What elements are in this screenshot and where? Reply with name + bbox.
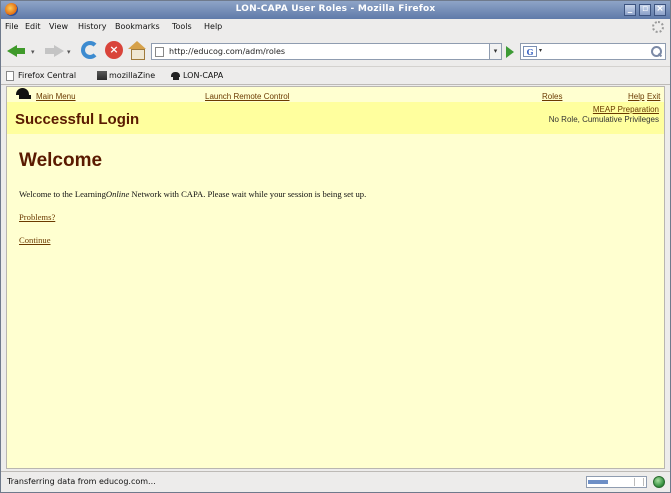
stop-icon[interactable]: × (105, 41, 123, 59)
navigation-toolbar: ▾ ▾ × http://educog.com/adm/roles ▾ G ▾ (1, 36, 670, 66)
intro-text-start: Welcome to the Learning (19, 189, 106, 199)
title-bar: LON-CAPA User Roles - Mozilla Firefox _ … (1, 1, 670, 19)
connection-status-icon[interactable] (653, 476, 665, 488)
welcome-heading: Welcome (19, 150, 103, 171)
bookmark-lon-capa[interactable]: LON-CAPA (183, 71, 223, 80)
page-title: Successful Login (15, 111, 140, 128)
page-header: Successful Login MEAP Preparation No Rol… (7, 102, 664, 134)
status-text: Transferring data from educog.com... (7, 477, 156, 486)
continue-link[interactable]: Continue (19, 235, 51, 245)
forward-history-dropdown-icon[interactable]: ▾ (67, 48, 71, 56)
address-url[interactable]: http://educog.com/adm/roles (169, 47, 285, 56)
intro-text-end: Network with CAPA. Please wait while you… (129, 189, 367, 199)
address-bar[interactable]: http://educog.com/adm/roles (151, 43, 500, 60)
menu-edit[interactable]: Edit (25, 22, 41, 31)
problems-link[interactable]: Problems? (19, 212, 55, 222)
search-box[interactable]: G ▾ (520, 43, 666, 60)
search-engine-icon[interactable]: G (523, 46, 537, 57)
back-arrow-icon[interactable] (7, 41, 27, 61)
bookmark-firefox-central[interactable]: Firefox Central (18, 71, 76, 80)
progress-segment (634, 478, 644, 486)
lon-capa-logo-icon[interactable] (16, 88, 32, 100)
loading-progress-bar (586, 476, 647, 488)
back-history-dropdown-icon[interactable]: ▾ (31, 48, 35, 56)
lon-capa-logo-icon (171, 71, 181, 80)
go-arrow-icon[interactable] (504, 45, 516, 58)
menu-bookmarks[interactable]: Bookmarks (115, 22, 160, 31)
help-link[interactable]: Help (628, 92, 644, 101)
status-bar: Transferring data from educog.com... (1, 471, 670, 492)
close-icon[interactable]: × (654, 4, 666, 16)
intro-text-italic: Online (105, 189, 130, 199)
menu-history[interactable]: History (78, 22, 106, 31)
course-link[interactable]: MEAP Preparation (593, 105, 659, 114)
home-icon[interactable] (128, 41, 146, 60)
menu-bar: File Edit View History Bookmarks Tools H… (1, 19, 670, 36)
activity-throbber-icon (652, 21, 664, 33)
launch-remote-control-link[interactable]: Launch Remote Control (205, 92, 290, 101)
bookmark-mozillazine[interactable]: mozillaZine (109, 71, 155, 80)
minimize-icon[interactable]: _ (624, 4, 636, 16)
maximize-icon[interactable]: ▫ (639, 4, 651, 16)
role-privileges-text: No Role, Cumulative Privileges (548, 115, 659, 124)
welcome-message: Welcome to the LearningOnline Network wi… (19, 189, 366, 199)
menu-file[interactable]: File (5, 22, 18, 31)
browser-window: LON-CAPA User Roles - Mozilla Firefox _ … (0, 0, 671, 493)
lon-capa-top-links: Main Menu Launch Remote Control Roles He… (7, 87, 664, 103)
exit-link[interactable]: Exit (647, 92, 660, 101)
url-history-dropdown-icon[interactable]: ▾ (489, 43, 502, 60)
mozillazine-icon (97, 71, 107, 80)
menu-view[interactable]: View (49, 22, 68, 31)
page-icon (155, 47, 164, 57)
reload-icon[interactable] (81, 41, 99, 59)
menu-tools[interactable]: Tools (172, 22, 192, 31)
progress-fill (588, 480, 608, 484)
page-viewport: Main Menu Launch Remote Control Roles He… (6, 86, 665, 469)
window-title: LON-CAPA User Roles - Mozilla Firefox (235, 4, 436, 14)
bookmark-page-icon (6, 71, 14, 81)
bookmarks-toolbar: Firefox Central mozillaZine LON-CAPA (1, 66, 670, 85)
menu-help[interactable]: Help (204, 22, 222, 31)
search-engine-dropdown-icon[interactable]: ▾ (539, 47, 542, 54)
main-menu-link[interactable]: Main Menu (36, 92, 76, 101)
forward-arrow-icon[interactable] (44, 41, 64, 61)
roles-link[interactable]: Roles (542, 92, 562, 101)
search-icon[interactable] (651, 46, 662, 57)
